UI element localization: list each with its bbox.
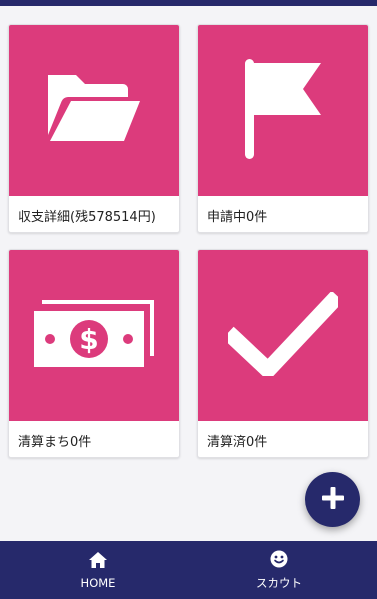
card-label: 申請中0件	[207, 209, 268, 225]
add-button[interactable]	[305, 472, 360, 527]
card-awaiting-settlement[interactable]: $ 清算まち0件	[8, 249, 180, 458]
home-icon	[88, 551, 108, 573]
folder-open-icon	[44, 69, 144, 153]
card-tile	[198, 250, 368, 421]
plus-icon	[321, 486, 344, 513]
card-tile: $	[9, 250, 179, 421]
nav-home-label: HOME	[80, 575, 116, 590]
check-icon	[222, 290, 344, 381]
card-settled[interactable]: 清算済0件	[197, 249, 369, 458]
card-pending[interactable]: 申請中0件	[197, 24, 369, 233]
top-app-bar	[0, 0, 377, 6]
nav-scout[interactable]: スカウト	[185, 541, 373, 599]
nav-scout-label: スカウト	[256, 575, 302, 590]
nav-home[interactable]: HOME	[4, 541, 192, 599]
smile-icon	[270, 550, 288, 572]
card-tile	[198, 25, 368, 196]
flag-icon	[241, 57, 325, 165]
money-bill-icon: $	[32, 298, 156, 374]
card-tile	[9, 25, 179, 196]
card-label: 清算まち0件	[18, 434, 92, 450]
svg-text:$: $	[79, 323, 98, 356]
bottom-navigation: HOME スカウト	[0, 541, 377, 599]
card-balance-details[interactable]: 収支詳細(残578514円)	[8, 24, 180, 233]
card-label: 収支詳細(残578514円)	[18, 209, 156, 225]
card-label: 清算済0件	[207, 434, 268, 450]
